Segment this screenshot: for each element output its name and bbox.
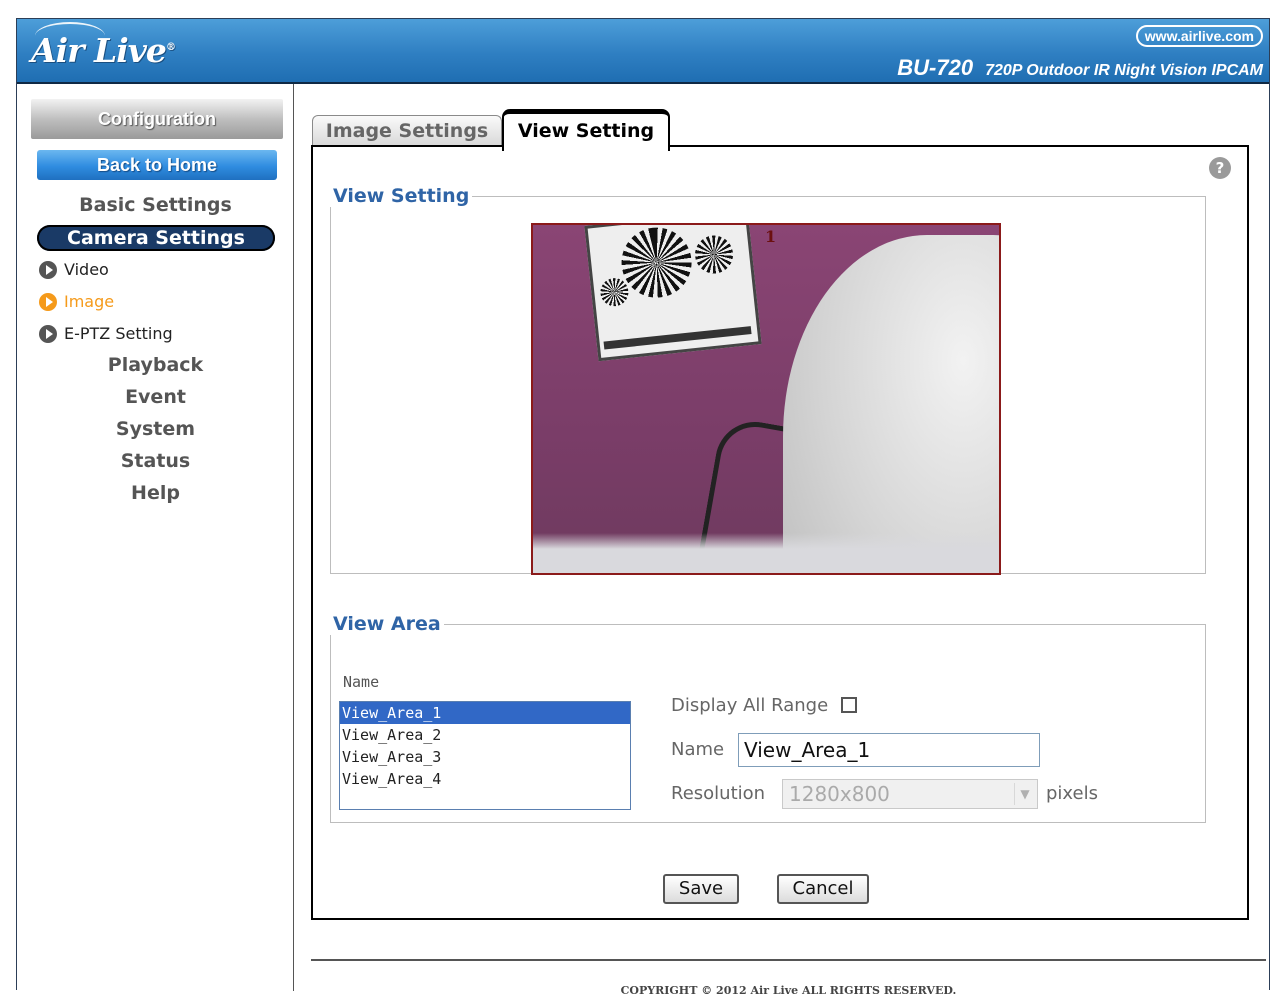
display-all-range-checkbox[interactable]	[841, 697, 857, 713]
test-chart-starburst	[618, 225, 696, 302]
sub-item-label: E-PTZ Setting	[64, 324, 173, 343]
name-label: Name	[671, 739, 725, 760]
list-item[interactable]: View_Area_1	[340, 702, 630, 724]
back-to-home-button[interactable]: Back to Home	[37, 150, 277, 180]
nav-event[interactable]: Event	[17, 386, 294, 408]
settings-panel: ? View Setting 1 View Area Name View_Are…	[311, 145, 1249, 920]
list-item[interactable]: View_Area_2	[340, 724, 630, 746]
copyright-footer: COPYRIGHT © 2012 Air Live ALL RIGHTS RES…	[620, 984, 957, 997]
airlive-logo: Air Live®	[31, 31, 176, 70]
nav-playback[interactable]: Playback	[17, 354, 294, 376]
view-area-number: 1	[765, 227, 777, 246]
footer-divider	[311, 959, 1266, 961]
resolution-label: Resolution	[671, 783, 766, 804]
save-button[interactable]: Save	[663, 874, 739, 904]
display-all-range-label: Display All Range	[671, 695, 829, 716]
model-name: BU-720	[897, 55, 974, 80]
main-content: Image Settings View Setting ? View Setti…	[294, 84, 1269, 997]
play-circle-icon	[39, 292, 57, 311]
nav-basic-settings[interactable]: Basic Settings	[17, 194, 294, 216]
nav-help[interactable]: Help	[17, 482, 294, 504]
view-setting-legend: View Setting	[333, 185, 470, 207]
play-circle-icon	[39, 260, 57, 279]
sub-item-eptz[interactable]: E-PTZ Setting	[39, 324, 173, 343]
test-chart-bar	[603, 326, 752, 350]
preview-test-chart	[584, 225, 762, 362]
app-frame: Air Live® www.airlive.com BU-720 720P Out…	[16, 18, 1270, 997]
sub-item-label: Video	[64, 260, 109, 279]
help-icon[interactable]: ?	[1209, 157, 1231, 179]
logo-text: Air Live	[31, 31, 167, 70]
list-item[interactable]: View_Area_3	[340, 746, 630, 768]
pixels-label: pixels	[1046, 783, 1098, 804]
view-setting-group: View Setting 1	[330, 185, 1206, 575]
logo-registered-mark: ®	[165, 42, 176, 53]
view-area-listbox[interactable]: View_Area_1 View_Area_2 View_Area_3 View…	[339, 701, 631, 810]
play-circle-icon	[39, 324, 57, 343]
sub-item-video[interactable]: Video	[39, 260, 109, 279]
nav-status[interactable]: Status	[17, 450, 294, 472]
nav-system[interactable]: System	[17, 418, 294, 440]
camera-preview[interactable]: 1	[531, 223, 1001, 575]
sub-item-image[interactable]: Image	[39, 292, 114, 311]
model-description: 720P Outdoor IR Night Vision IPCAM	[985, 62, 1263, 79]
preview-floor	[533, 533, 999, 573]
resolution-value: 1280x800	[789, 782, 890, 806]
nav-camera-settings[interactable]: Camera Settings	[37, 225, 275, 251]
name-column-header: Name	[343, 673, 380, 691]
view-area-legend: View Area	[333, 613, 441, 635]
list-item[interactable]: View_Area_4	[340, 768, 630, 790]
view-area-group: View Area Name View_Area_1 View_Area_2 V…	[330, 613, 1206, 823]
resolution-select[interactable]: 1280x800 ▼	[782, 779, 1038, 809]
name-input[interactable]	[738, 733, 1040, 767]
website-url[interactable]: www.airlive.com	[1135, 25, 1263, 47]
test-chart-starburst	[693, 233, 735, 276]
test-chart-starburst	[599, 276, 630, 308]
configuration-header: Configuration	[31, 99, 283, 139]
header-banner: Air Live® www.airlive.com BU-720 720P Out…	[17, 19, 1269, 84]
tab-image-settings[interactable]: Image Settings	[312, 115, 502, 146]
chevron-down-icon: ▼	[1014, 783, 1035, 805]
tab-view-setting[interactable]: View Setting	[502, 109, 670, 151]
sidebar: Configuration Back to Home Basic Setting…	[17, 84, 294, 991]
sub-item-label: Image	[64, 292, 115, 311]
model-title: BU-720 720P Outdoor IR Night Vision IPCAM	[897, 55, 1263, 81]
cancel-button[interactable]: Cancel	[777, 874, 869, 904]
